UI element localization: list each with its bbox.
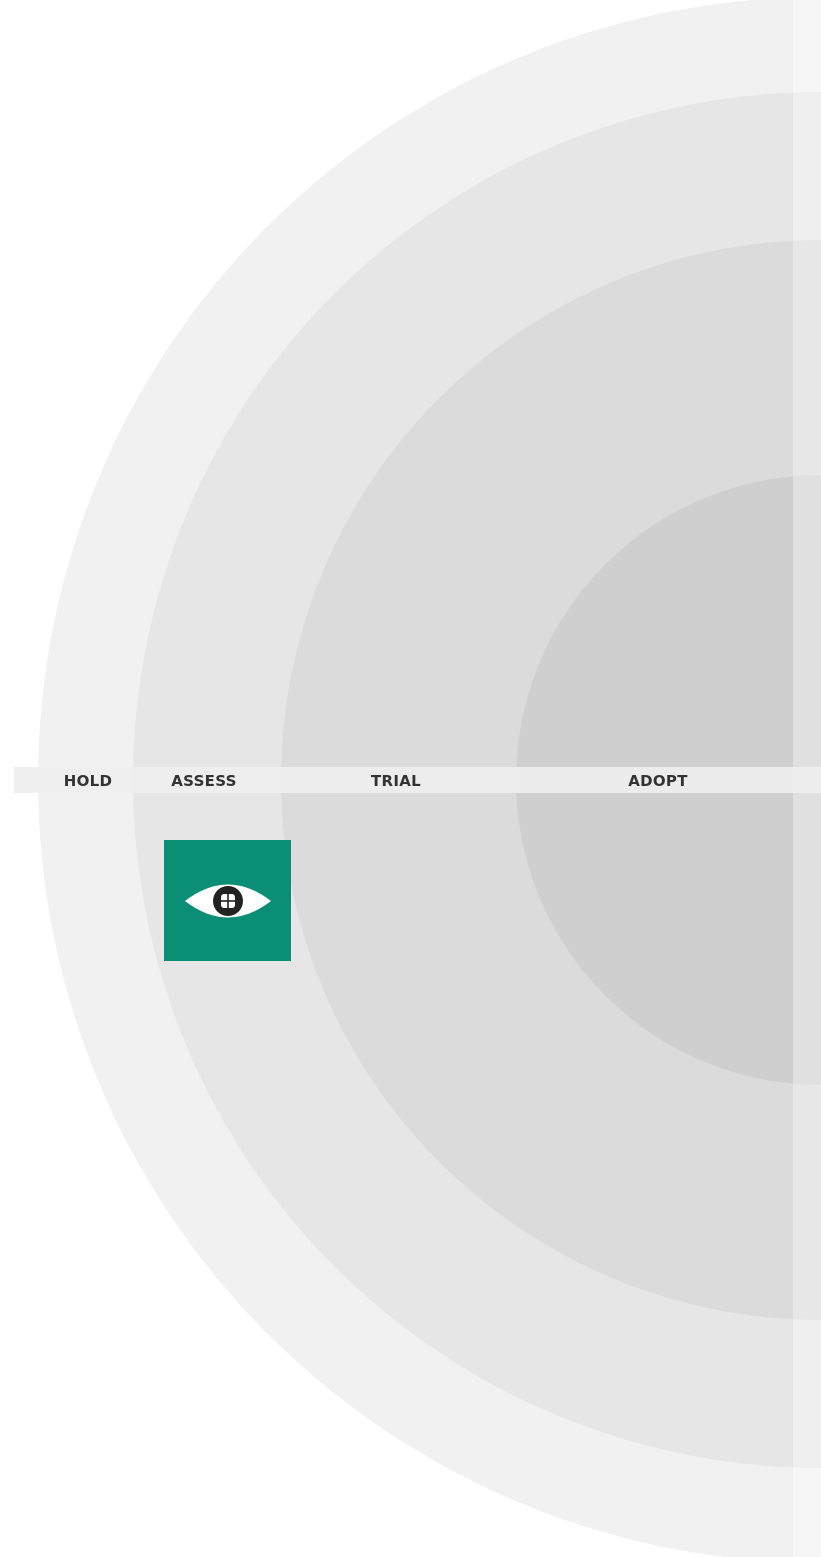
radar-blip[interactable] xyxy=(164,840,291,961)
radar-diagram: HOLD ASSESS TRIAL ADOPT xyxy=(14,0,821,1557)
eye-icon xyxy=(184,884,271,917)
ring-label-hold: HOLD xyxy=(64,772,113,790)
ring-label-assess: ASSESS xyxy=(171,772,237,790)
ring-label-trial: TRIAL xyxy=(371,772,421,790)
ring-label-adopt: ADOPT xyxy=(628,772,688,790)
